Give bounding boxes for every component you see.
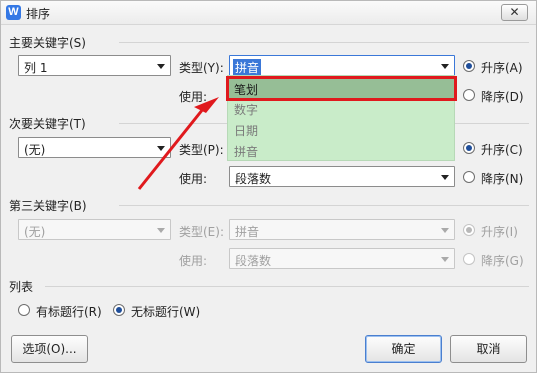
tertiary-type-label: 类型(E): [179,225,224,239]
tertiary-desc-label: 降序(G) [481,254,524,268]
chevron-down-icon [441,175,449,180]
ok-button[interactable]: 确定 [365,335,442,363]
list-separator [45,286,529,287]
wps-app-icon: W [6,5,21,20]
cancel-button[interactable]: 取消 [450,335,527,363]
primary-asc-label: 升序(A) [481,61,523,75]
tertiary-use-label: 使用: [179,254,208,268]
tertiary-use-select[interactable]: 段落数 [229,248,455,269]
primary-asc-radio[interactable] [463,60,475,72]
dropdown-option-number[interactable]: 数字 [234,101,258,118]
secondary-type-label: 类型(P): [179,143,224,157]
dropdown-option-stroke[interactable]: 笔划 [226,76,457,101]
primary-type-label: 类型(Y): [179,61,224,75]
primary-key-label: 主要关键字(S) [9,36,86,50]
primary-desc-radio[interactable] [463,89,475,101]
dropdown-option-stroke-label: 笔划 [234,83,259,97]
tertiary-type-select[interactable]: 拼音 [229,219,455,240]
tertiary-type-value: 拼音 [235,225,260,239]
no-header-radio[interactable] [113,304,125,316]
primary-key-value: 列 1 [24,61,48,75]
tertiary-key-value: (无) [24,225,46,239]
dropdown-option-date[interactable]: 日期 [234,122,258,139]
tertiary-key-select[interactable]: (无) [18,219,171,240]
primary-desc-label: 降序(D) [481,90,524,104]
tertiary-desc-radio[interactable] [463,253,475,265]
chevron-down-icon [157,146,165,151]
secondary-desc-label: 降序(N) [481,172,524,186]
dialog-title: 排序 [26,7,51,21]
primary-type-select[interactable]: 拼音 [229,55,455,76]
chevron-down-icon [157,64,165,69]
secondary-key-value: (无) [24,143,46,157]
tertiary-separator [119,205,529,206]
chevron-down-icon [441,64,449,69]
secondary-use-label: 使用: [179,172,208,186]
options-button[interactable]: 选项(O)... [11,335,88,363]
tertiary-key-label: 第三关键字(B) [9,199,87,213]
sort-dialog: W 排序 ✕ 主要关键字(S) 列 1 类型(Y): 拼音 升序(A) 使用: … [0,0,537,373]
has-header-label: 有标题行(R) [36,305,102,319]
chevron-down-icon [441,257,449,262]
chevron-down-icon [441,228,449,233]
primary-key-select[interactable]: 列 1 [18,55,171,76]
secondary-key-select[interactable]: (无) [18,137,171,158]
secondary-asc-radio[interactable] [463,142,475,154]
dropdown-option-pinyin[interactable]: 拼音 [234,143,258,160]
has-header-radio[interactable] [18,304,30,316]
title-bar: W 排序 ✕ [1,1,536,25]
secondary-desc-radio[interactable] [463,171,475,183]
tertiary-use-value: 段落数 [235,254,272,268]
tertiary-asc-label: 升序(I) [481,225,518,239]
no-header-label: 无标题行(W) [131,305,201,319]
secondary-key-label: 次要关键字(T) [9,117,86,131]
secondary-asc-label: 升序(C) [481,143,523,157]
secondary-use-select[interactable]: 段落数 [229,166,455,187]
primary-use-label: 使用: [179,90,208,104]
chevron-down-icon [157,228,165,233]
close-button[interactable]: ✕ [501,4,528,21]
secondary-use-value: 段落数 [235,172,272,186]
primary-separator [119,42,529,43]
tertiary-asc-radio[interactable] [463,224,475,236]
primary-type-value: 拼音 [233,59,262,76]
list-section-label: 列表 [9,280,34,294]
